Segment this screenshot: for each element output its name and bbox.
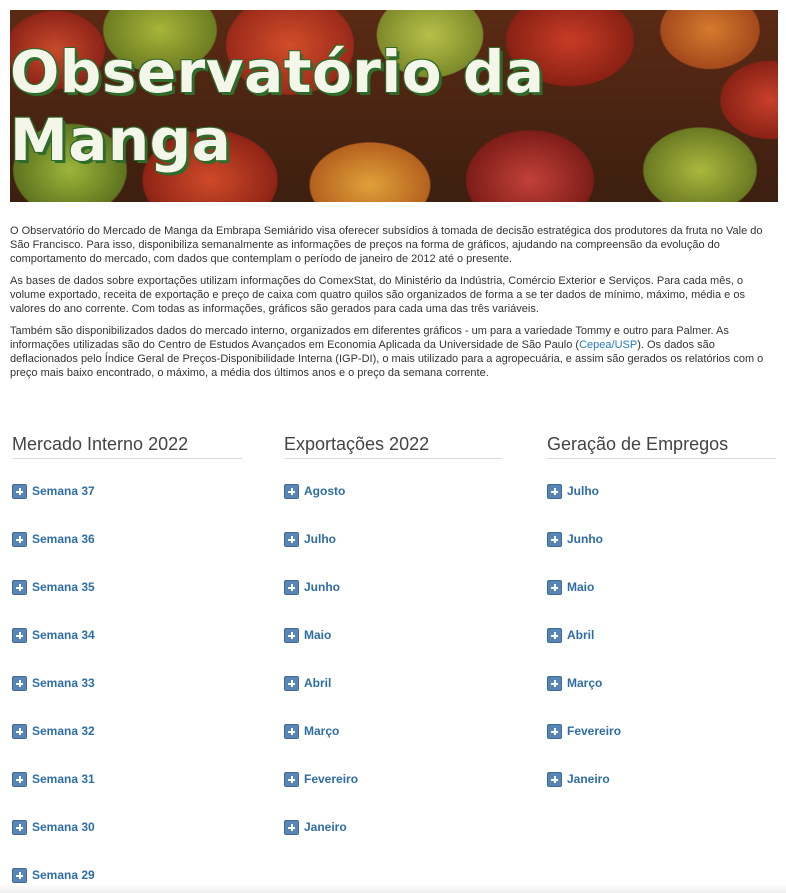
list-link-item[interactable]: Janeiro [284,819,347,835]
intro-paragraph-1: O Observatório do Mercado de Manga da Em… [10,225,763,265]
intro-paragraph-2: As bases de dados sobre exportações util… [10,275,745,315]
plus-square-icon [547,771,562,787]
list-link-item[interactable]: Fevereiro [284,771,358,787]
plus-square-icon [12,483,27,499]
plus-square-icon [12,579,27,595]
list-link-label: Abril [567,628,595,642]
list-link-item[interactable]: Semana 29 [12,867,95,883]
list-link-label: Março [304,724,340,738]
list-link-item[interactable]: Janeiro [547,771,610,787]
plus-square-icon [12,819,27,835]
list-link-item[interactable]: Semana 37 [12,483,95,499]
list-link-item[interactable]: Maio [284,627,331,643]
cepea-usp-link[interactable]: Cepea/USP [579,339,637,351]
list-link-label: Maio [567,580,595,594]
column-heading: Geração de Empregos [547,432,776,459]
list-link-item[interactable]: Semana 34 [12,627,95,643]
plus-square-icon [12,771,27,787]
column-mercado-interno: Mercado Interno 2022 Semana 37 Semana 36 S… [12,432,242,883]
list-link-item[interactable]: Semana 35 [12,579,95,595]
list-link-item[interactable]: Março [284,723,339,739]
site-title: Observatório da Manga [10,38,545,174]
intro-text: O Observatório do Mercado de Manga da Em… [10,224,778,388]
plus-square-icon [12,867,27,883]
list-link-item[interactable]: Semana 31 [12,771,95,787]
plus-square-icon [547,723,562,739]
column-heading: Exportações 2022 [284,432,502,459]
plus-square-icon [12,723,27,739]
list-link-label: Janeiro [304,820,347,834]
list-link-label: Fevereiro [567,724,622,738]
intro-paragraph-3: Também são disponibilizados dados do mer… [10,324,778,380]
column-exportacoes: Exportações 2022 Agosto Julho Junho Maio Abr… [284,432,502,835]
plus-square-icon [284,579,299,595]
plus-square-icon [547,627,562,643]
list-link-label: Julho [304,532,336,546]
list-link-label: Semana 31 [32,772,95,786]
column-geracao-empregos: Geração de Empregos Julho Junho Maio Abril M… [547,432,776,787]
list-link-item[interactable]: Julho [547,483,599,499]
list-link-label: Semana 33 [32,676,95,690]
list-link-label: Maio [304,628,332,642]
list-link-item[interactable]: Semana 32 [12,723,95,739]
plus-square-icon [12,675,27,691]
plus-square-icon [284,771,299,787]
list-link-label: Julho [567,484,599,498]
list-link-label: Abril [304,676,332,690]
header-banner: Observatório da Manga [10,10,778,202]
plus-square-icon [547,675,562,691]
plus-square-icon [284,723,299,739]
list-link-label: Junho [304,580,340,594]
list-link-item[interactable]: Abril [547,627,594,643]
list-link-item[interactable]: Abril [284,675,331,691]
list-link-item[interactable]: Março [547,675,602,691]
list-link-label: Fevereiro [304,772,359,786]
page-bottom-edge [0,884,786,893]
list-link-label: Semana 34 [32,628,95,642]
column-heading: Mercado Interno 2022 [12,432,242,459]
list-link-item[interactable]: Julho [284,531,336,547]
list-link-item[interactable]: Semana 36 [12,531,95,547]
list-link-label: Semana 29 [32,868,95,882]
list-link-label: Semana 30 [32,820,95,834]
plus-square-icon [284,483,299,499]
plus-square-icon [284,531,299,547]
list-link-label: Semana 35 [32,580,95,594]
list-link-label: Agosto [304,484,346,498]
list-link-item[interactable]: Agosto [284,483,345,499]
plus-square-icon [284,819,299,835]
plus-square-icon [547,483,562,499]
list-link-item[interactable]: Junho [547,531,603,547]
list-link-label: Semana 36 [32,532,95,546]
list-link-label: Junho [567,532,603,546]
list-link-label: Semana 37 [32,484,95,498]
plus-square-icon [284,675,299,691]
list-link-item[interactable]: Fevereiro [547,723,621,739]
plus-square-icon [547,531,562,547]
list-link-item[interactable]: Semana 30 [12,819,95,835]
plus-square-icon [12,627,27,643]
plus-square-icon [547,579,562,595]
list-link-label: Semana 32 [32,724,95,738]
list-link-item[interactable]: Semana 33 [12,675,95,691]
plus-square-icon [12,531,27,547]
list-link-label: Janeiro [567,772,610,786]
plus-square-icon [284,627,299,643]
list-link-item[interactable]: Maio [547,579,594,595]
list-link-label: Março [567,676,603,690]
list-link-item[interactable]: Junho [284,579,340,595]
